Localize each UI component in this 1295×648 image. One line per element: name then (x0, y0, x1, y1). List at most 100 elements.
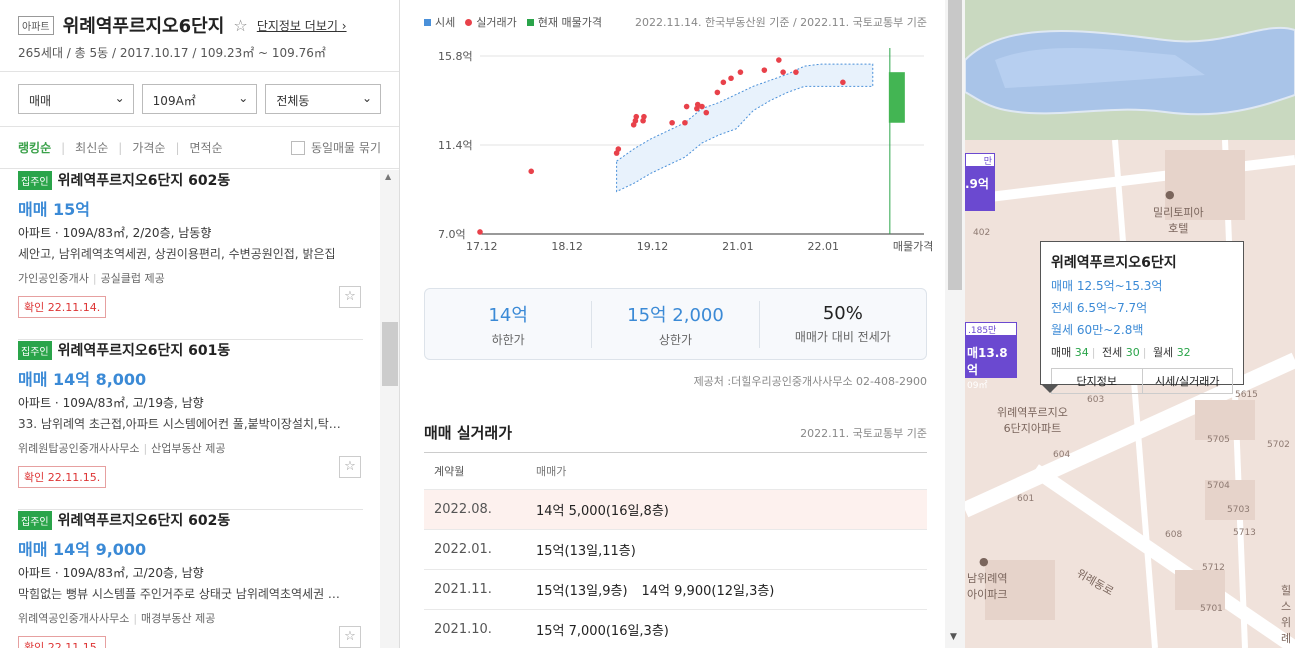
chart-source: 2022.11.14. 한국부동산원 기준 / 2022.11. 국토교통부 기… (635, 16, 927, 29)
divider: | (175, 140, 180, 155)
star-icon[interactable]: ☆ (339, 456, 361, 478)
trades-source: 2022.11. 국토교통부 기준 (800, 427, 927, 440)
group-same-toggle[interactable]: 동일매물 묶기 (290, 139, 381, 156)
trade-month: 2021.10. (434, 622, 492, 637)
map-number: 5705 (1207, 435, 1230, 445)
scroll-down-icon[interactable]: ▼ (950, 632, 957, 642)
x-tick-label: 매물가격 (893, 240, 933, 253)
map-number: 603 (1087, 395, 1105, 405)
listing-title: 위례역푸르지오6단지 602동 (57, 173, 231, 189)
listing-agent: 위례원탑공인중개사사무소 | 산업부동산 제공 (18, 440, 363, 456)
confirm-badge: 확인 22.11.15. (18, 636, 107, 648)
hotel-icon: ● (1165, 188, 1175, 201)
listing-list: 집주인 위례역푸르지오6단지 602동 매매 15억 아파트 · 109A/83㎡… (0, 170, 380, 648)
popup-jeonse-range: 전세 6.5억~7.7억 (1051, 301, 1148, 315)
divider: | (118, 140, 123, 155)
actual-trade-point (703, 109, 710, 116)
map-label-station: 남위례역 아이파크 (967, 572, 1008, 601)
price-summary: 14억 하한가 15억 2,000 상한가 50% 매매가 대비 전세가 (424, 288, 927, 360)
sort-area[interactable]: 면적순 (190, 139, 223, 156)
chart-legend: 시세 실거래가 현재 매물가격 (424, 14, 602, 30)
sort-latest[interactable]: 최신순 (75, 139, 108, 156)
star-icon[interactable]: ☆ (339, 286, 361, 308)
listing-panel: 아파트 위례역푸르지오6단지 ☆ 단지정보 더보기 › 265세대 / 총 5동… (0, 0, 400, 648)
actual-trade-point (682, 119, 688, 126)
panel-scrollbar[interactable]: ▼ (945, 0, 965, 648)
sort-ranking[interactable]: 랭킹순 (18, 139, 51, 156)
scroll-thumb[interactable] (382, 322, 398, 386)
trade-price: 15억(13일,9층) (536, 584, 628, 599)
jeonse-ratio-label: 매매가 대비 전세가 (794, 330, 891, 344)
low-price: 14억 하한가 (425, 300, 593, 348)
map-number: 5615 (1235, 390, 1258, 400)
table-row[interactable]: 2022.01. 15억(13일,11층) (424, 530, 927, 570)
jeonse-ratio-value: 50% (822, 303, 863, 324)
actual-trade-point (793, 69, 799, 75)
map-number: 608 (1165, 530, 1183, 540)
complex-info-button[interactable]: 단지정보 (1052, 369, 1143, 393)
complex-popup: 위례역푸르지오6단지 매매 12.5억~15.3억 전세 6.5억~7.7억 월… (1040, 241, 1244, 394)
chevron-down-icon: ⌄ (361, 91, 373, 105)
price-history-button[interactable]: 시세/실거래가 (1143, 369, 1233, 393)
trade-type-select[interactable]: 매매 ⌄ (18, 84, 134, 114)
x-tick-label: 22.01 (808, 240, 840, 253)
agent-name: 가인공인중개사 (18, 272, 89, 285)
complex-info-link[interactable]: 단지정보 더보기 › (257, 19, 347, 33)
price-panel: 시세 실거래가 현재 매물가격 2022.11.14. 한국부동산원 기준 / … (400, 0, 965, 648)
sort-price[interactable]: 가격순 (132, 139, 165, 156)
map-marker-top: .185만 (965, 322, 1017, 336)
complex-header: 아파트 위례역푸르지오6단지 ☆ 단지정보 더보기 › 265세대 / 총 5동… (0, 0, 399, 72)
complex-name: 위례역푸르지오6단지 (62, 16, 225, 37)
building-value: 전체동 (276, 94, 310, 108)
actual-trade-point (737, 69, 744, 75)
list-item[interactable]: 집주인 위례역푸르지오6단지 602동 매매 14억 9,000 아파트 · 10… (18, 510, 363, 648)
divider: | (61, 140, 66, 155)
trade-price: 15억 7,000(16일,3층) (536, 624, 669, 639)
current-price-bar (888, 72, 905, 123)
listing-title-row: 집주인 위례역푸르지오6단지 602동 (18, 510, 363, 530)
legend-current: 현재 매물가격 (526, 14, 602, 30)
table-row[interactable]: 2021.10. 15억 7,000(16일,3층) (424, 610, 927, 648)
legend-market-label: 시세 (435, 16, 456, 29)
high-price-value: 15억 2,000 (627, 304, 724, 326)
listing-title: 위례역푸르지오6단지 601동 (57, 343, 231, 359)
x-tick-label: 17.12 (466, 240, 498, 253)
map-number: 5701 (1200, 604, 1223, 614)
jeonse-ratio: 50% 매매가 대비 전세가 (760, 303, 926, 345)
list-item[interactable]: 집주인 위례역푸르지오6단지 601동 매매 14억 8,000 아파트 · 10… (18, 340, 363, 510)
agent-name: 위례역공인중개사사무소 (18, 612, 130, 625)
map-number: 402 (973, 228, 991, 238)
trade-month: 2022.01. (434, 542, 492, 557)
divider: | (1091, 346, 1096, 359)
legend-actual-label: 실거래가 (476, 16, 517, 29)
legend-market: 시세 (424, 14, 455, 30)
star-icon[interactable]: ☆ (339, 626, 361, 648)
map-label-hills: 힐스 위례 (1280, 584, 1292, 645)
count-monthly: 32 (1176, 346, 1191, 359)
scroll-thumb[interactable] (948, 0, 962, 290)
star-icon[interactable]: ☆ (233, 16, 247, 35)
x-tick-label: 21.01 (722, 240, 754, 253)
actual-trade-point (728, 75, 734, 82)
checkbox[interactable] (290, 140, 305, 155)
col-price: 매매가 (536, 465, 567, 478)
legend-current-label: 현재 매물가격 (537, 16, 602, 29)
agent-provider: 매경부동산 제공 (141, 612, 216, 625)
building-select[interactable]: 전체동 ⌄ (265, 84, 382, 114)
listing-desc: 세안고, 남위례역초역세권, 상권이용편리, 수변공원인접, 밝은집 (18, 247, 336, 261)
scroll-up-icon[interactable]: ▲ (385, 172, 391, 181)
listing-title-row: 집주인 위례역푸르지오6단지 602동 (18, 170, 363, 190)
map-number: 5704 (1207, 481, 1230, 491)
actual-trade-point (615, 146, 622, 152)
table-row[interactable]: 2021.11. 15억(13일,9층) 14억 9,900(12일,3층) (424, 570, 927, 610)
area-select[interactable]: 109A㎡ ⌄ (141, 84, 258, 114)
confirm-badge: 확인 22.11.14. (18, 296, 107, 318)
map-view[interactable]: .9억 만 매13.8억 09㎡ .185만 ● 밀리토피아 호텔 위례역푸르지오… (965, 0, 1295, 648)
count-sale-label: 매매 (1051, 346, 1072, 359)
list-item[interactable]: 집주인 위례역푸르지오6단지 602동 매매 15억 아파트 · 109A/83㎡… (18, 170, 363, 340)
actual-trade-point (633, 113, 640, 120)
col-month: 계약월 (434, 465, 465, 478)
count-jeonse-label: 전세 (1101, 346, 1123, 359)
list-scrollbar[interactable]: ▲ (380, 170, 399, 648)
table-row[interactable]: 2022.08. 14억 5,000(16일,8층) (424, 490, 927, 530)
